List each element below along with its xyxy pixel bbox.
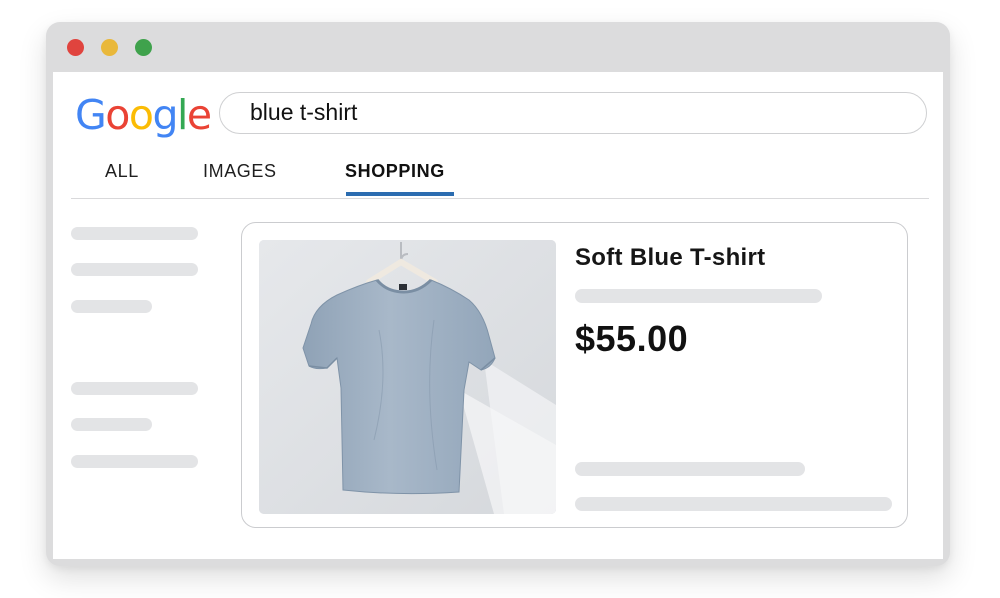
product-title[interactable]: Soft Blue T-shirt xyxy=(575,244,765,272)
tab-all[interactable]: ALL xyxy=(105,158,139,198)
browser-viewport: Google blue t-shirt ALL IMAGES SHOPPING xyxy=(53,72,943,559)
tshirt-photo xyxy=(259,240,556,514)
product-image[interactable] xyxy=(259,240,556,514)
minimize-window-button[interactable] xyxy=(101,39,118,56)
product-placeholder-line xyxy=(575,462,805,476)
sidebar-placeholder-line xyxy=(71,382,198,395)
browser-window: Google blue t-shirt ALL IMAGES SHOPPING xyxy=(46,22,950,566)
search-tabs: ALL IMAGES SHOPPING xyxy=(71,158,929,199)
product-placeholder-line xyxy=(575,497,892,511)
sidebar-placeholder-line xyxy=(71,300,152,313)
sidebar-placeholder-line xyxy=(71,418,152,431)
sidebar-placeholder-line xyxy=(71,227,198,240)
sidebar-placeholder-line xyxy=(71,263,198,276)
maximize-window-button[interactable] xyxy=(135,39,152,56)
active-tab-indicator xyxy=(346,192,454,196)
title-bar xyxy=(46,22,950,72)
close-window-button[interactable] xyxy=(67,39,84,56)
product-card[interactable]: Soft Blue T-shirt $55.00 xyxy=(241,222,908,528)
google-logo[interactable]: Google xyxy=(75,90,212,140)
product-price: $55.00 xyxy=(575,318,689,359)
sidebar-placeholder-line xyxy=(71,455,198,468)
product-placeholder-line xyxy=(575,289,822,303)
search-input[interactable]: blue t-shirt xyxy=(219,92,927,134)
tab-images[interactable]: IMAGES xyxy=(203,158,277,198)
